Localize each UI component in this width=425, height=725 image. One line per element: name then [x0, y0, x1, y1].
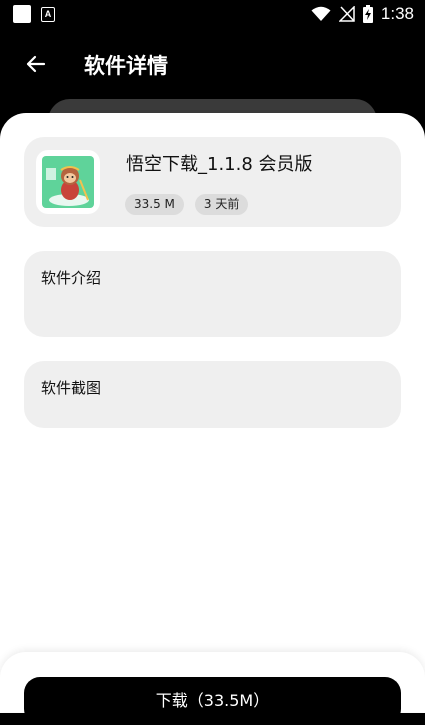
back-button[interactable] [20, 48, 52, 80]
back-arrow-icon [26, 55, 46, 73]
app-bar: 软件详情 [0, 34, 425, 96]
notification-square-icon [13, 5, 31, 23]
status-bar: A 1:38 [0, 0, 425, 30]
wifi-icon [311, 6, 331, 21]
intro-section: 软件介绍 [24, 251, 401, 337]
size-badge: 33.5 M [125, 194, 184, 215]
monkey-logo-icon [46, 166, 89, 206]
content-sheet: 悟空下载_1.1.8 会员版 33.5 M 3 天前 软件介绍 软件截图 [0, 113, 425, 713]
download-button[interactable]: 下载（33.5M） [24, 677, 401, 725]
page-title: 软件详情 [84, 54, 168, 78]
no-signal-icon [338, 6, 355, 22]
app-name: 悟空下载_1.1.8 会员版 [126, 154, 313, 175]
intro-section-title: 软件介绍 [41, 269, 102, 287]
notification-a-icon: A [41, 6, 55, 22]
updated-badge: 3 天前 [194, 194, 249, 215]
battery-charging-icon [362, 5, 373, 23]
screenshots-section-title: 软件截图 [41, 379, 102, 397]
app-icon [36, 150, 100, 214]
clock: 1:38 [380, 4, 414, 23]
app-info-card: 悟空下载_1.1.8 会员版 33.5 M 3 天前 [24, 137, 401, 227]
screenshots-section: 软件截图 [24, 361, 401, 428]
